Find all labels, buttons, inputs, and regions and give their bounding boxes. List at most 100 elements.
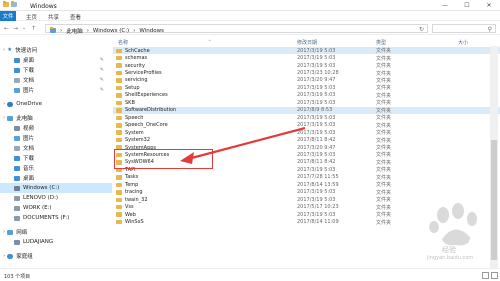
sidebar-item-downloads[interactable]: 下载 ✎ (0, 65, 112, 75)
column-header-type[interactable]: 类型 (376, 39, 386, 46)
sidebar-item-documents[interactable]: 文档 ✎ (0, 75, 112, 85)
folder-icon (116, 100, 122, 106)
picture-icon (14, 87, 20, 93)
expand-icon[interactable]: › (3, 47, 5, 53)
file-row[interactable]: ShellExperiences 2017/3/19 5:03 文件夹 (113, 92, 500, 99)
tab-view[interactable]: 查看 (70, 13, 81, 21)
file-date: 2017/3/19 5:03 (297, 47, 336, 54)
sidebar-item-downloads-pc[interactable]: 下载 (0, 153, 112, 163)
file-name: schemas (125, 55, 148, 62)
expand-icon[interactable]: › (3, 229, 5, 235)
file-name: Speech_OneCore (125, 122, 168, 129)
sidebar-item-videos[interactable]: 视频 (0, 123, 112, 133)
minimize-button[interactable]: — (434, 0, 456, 11)
file-row[interactable]: Setup 2017/3/19 5:03 文件夹 (113, 84, 500, 91)
sidebar-item-label: 图片 (23, 88, 35, 94)
file-name: twain_32 (125, 196, 148, 203)
search-input[interactable]: ⚲ (432, 24, 496, 33)
file-type: 文件夹 (376, 212, 392, 219)
file-type: 文件夹 (376, 130, 392, 137)
properties-icon[interactable] (11, 1, 17, 7)
sidebar-item-drive-e[interactable]: WORK (E:) (0, 203, 112, 213)
breadcrumb-this-pc[interactable]: 此电脑 (66, 27, 83, 35)
file-type: 文件夹 (376, 48, 392, 55)
tab-home[interactable]: 主页 (26, 13, 37, 21)
breadcrumb-windows[interactable]: Windows (139, 28, 164, 34)
file-date: 2017/8/11 8:42 (297, 137, 336, 144)
file-row[interactable]: Tasks 2017/7/28 11:55 文件夹 (113, 174, 500, 181)
column-header-size[interactable]: 大小 (458, 39, 468, 46)
file-date: 2017/3/19 5:03 (297, 166, 336, 173)
sidebar-item-label: 此电脑 (16, 116, 33, 122)
sidebar-item-quick-access[interactable]: › ★ 快速访问 (0, 45, 112, 55)
up-button[interactable]: ↑ (31, 25, 36, 32)
search-icon: ⚲ (487, 25, 492, 33)
file-row[interactable]: schemas 2017/3/19 5:03 文件夹 (113, 54, 500, 62)
sidebar-item-label: 快速访问 (15, 48, 38, 54)
expand-icon[interactable]: › (3, 115, 5, 121)
file-row[interactable]: Temp 2017/8/14 13:59 文件夹 (113, 181, 500, 188)
file-row[interactable]: System32 2017/8/11 8:42 文件夹 (113, 136, 500, 144)
file-row[interactable]: SchCache 2017/3/19 5:03 文件夹 (113, 47, 500, 55)
sidebar-item-label: OneDrive (16, 101, 43, 107)
back-button[interactable]: ← (4, 25, 9, 32)
sidebar-item-drive-c[interactable]: Windows (C:) (0, 183, 112, 193)
breadcrumb-drive-c[interactable]: Windows (C:) (93, 28, 129, 34)
sidebar-item-music[interactable]: 音乐 (0, 163, 112, 173)
address-bar[interactable]: › 此电脑 › Windows (C:) › Windows ↻ (45, 24, 428, 35)
file-date: 2017/3/19 5:03 (297, 92, 336, 99)
sidebar-item-network[interactable]: › 网络 (0, 227, 112, 237)
sidebar-item-onedrive[interactable]: › OneDrive (0, 99, 112, 109)
file-row[interactable]: SoftwareDistribution 2017/8/9 8:53 文件夹 (113, 106, 500, 114)
refresh-icon[interactable]: ↻ (419, 26, 424, 33)
file-row[interactable]: security 2017/3/19 5:03 文件夹 (113, 62, 500, 69)
file-row[interactable]: SKB 2017/3/19 5:03 文件夹 (113, 99, 500, 106)
navigation-pane: › ★ 快速访问 桌面 ✎ 下载 ✎ 文档 ✎ 图片 ✎ › OneDrive … (0, 35, 112, 268)
column-header-date[interactable]: 修改日期 (297, 39, 317, 46)
file-name: SKB (125, 99, 135, 106)
sidebar-item-label: LUDAJIANG (23, 239, 54, 245)
file-type: 文件夹 (376, 152, 392, 159)
sidebar-item-drive-d[interactable]: LENOVO (D:) (0, 193, 112, 203)
large-icons-view-button[interactable] (491, 272, 498, 279)
sidebar-item-network-host[interactable]: LUDAJIANG (0, 237, 112, 247)
file-type: 文件夹 (376, 219, 392, 226)
file-type: 文件夹 (376, 145, 392, 152)
sidebar-item-label: 桌面 (23, 176, 35, 182)
column-header-name[interactable]: 名称 (118, 39, 128, 46)
file-type: 文件夹 (376, 70, 392, 77)
maximize-button[interactable]: ☐ (456, 0, 478, 11)
sidebar-item-pictures[interactable]: 图片 ✎ (0, 85, 112, 95)
file-row[interactable]: servicing 2017/3/20 9:47 文件夹 (113, 77, 500, 84)
file-date: 2017/3/19 5:03 (297, 189, 336, 196)
close-button[interactable]: ✕ (478, 0, 500, 11)
document-icon (14, 77, 20, 83)
tab-file[interactable]: 文件 (0, 11, 16, 21)
tab-share[interactable]: 共享 (48, 13, 59, 21)
file-name: security (125, 62, 145, 69)
sidebar-item-desktop[interactable]: 桌面 ✎ (0, 55, 112, 65)
folder-icon (116, 130, 122, 135)
navigation-bar: ← → ⌄ ↑ › 此电脑 › Windows (C:) › Windows ↻… (0, 22, 500, 35)
paw-icon (429, 203, 477, 246)
expand-icon[interactable]: › (3, 101, 5, 107)
sidebar-item-homegroup[interactable]: › 家庭组 (0, 251, 112, 261)
expand-icon[interactable]: › (3, 253, 5, 259)
breadcrumb-separator: › (133, 27, 136, 34)
sidebar-item-label: 文档 (23, 146, 35, 152)
folder-icon (116, 219, 122, 225)
file-row[interactable]: System 2017/3/19 5:03 文件夹 (113, 129, 500, 136)
homegroup-icon (7, 253, 14, 259)
forward-button[interactable]: → (13, 25, 18, 32)
sidebar-item-documents-pc[interactable]: 文档 (0, 143, 112, 153)
file-date: 2017/3/19 5:03 (297, 211, 336, 218)
details-view-button[interactable] (482, 272, 489, 279)
sidebar-item-desktop-pc[interactable]: 桌面 (0, 173, 112, 183)
file-row[interactable]: ServiceProfiles 2017/3/23 10:28 文件夹 (113, 69, 500, 77)
sidebar-item-pictures-pc[interactable]: 图片 (0, 133, 112, 143)
sidebar-item-drive-f[interactable]: DOCUMENTS (F:) (0, 213, 112, 223)
file-row[interactable]: Speech 2017/3/19 5:03 文件夹 (113, 114, 500, 121)
sidebar-item-this-pc[interactable]: › 此电脑 (0, 113, 112, 123)
file-row[interactable]: Speech_OneCore 2017/3/19 5:03 文件夹 (113, 122, 500, 129)
recent-dropdown[interactable]: ⌄ (22, 25, 26, 31)
